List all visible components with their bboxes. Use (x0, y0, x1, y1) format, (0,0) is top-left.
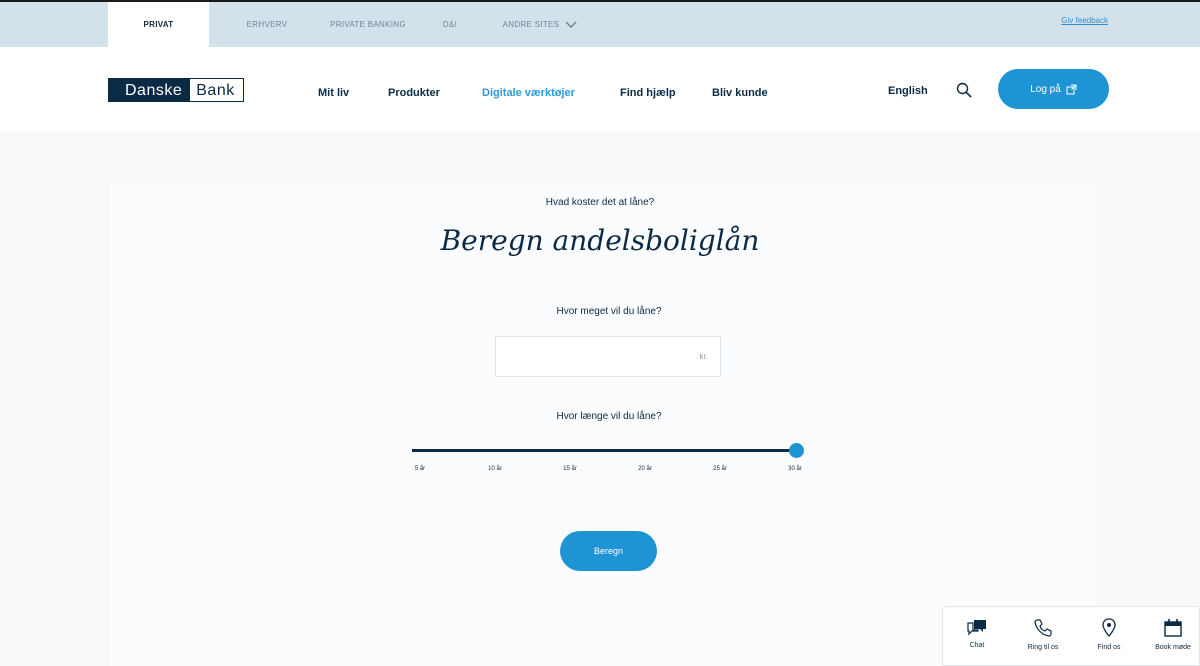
contact-panel: Chat Ring til os Find os Book møde (942, 606, 1200, 666)
logo-left-text: Danske (109, 79, 191, 101)
slider-tick-label: 20 år (638, 466, 652, 472)
tab-andre-sites[interactable]: ANDRE SITES (490, 2, 590, 47)
calendar-icon (1164, 619, 1182, 637)
phone-icon (1034, 619, 1052, 637)
search-icon[interactable] (955, 81, 973, 99)
nav-produkter[interactable]: Produkter (388, 87, 440, 99)
login-button-label: Log på (1030, 83, 1061, 95)
nav-digitale-vaerktoejer[interactable]: Digitale værktøjer (482, 87, 575, 99)
currency-unit: kr. (699, 352, 708, 361)
nav-mit-liv[interactable]: Mit liv (318, 87, 349, 99)
login-button[interactable]: Log på (998, 69, 1109, 109)
slider-thumb[interactable] (789, 443, 804, 458)
tab-d-and-i[interactable]: D&I (435, 2, 465, 47)
slider-tick-label: 25 år (713, 466, 727, 472)
slider-fill (412, 449, 797, 452)
nav-find-hjaelp[interactable]: Find hjælp (620, 87, 676, 99)
calculator-subtitle: Hvad koster det at låne? (545, 197, 655, 208)
feedback-link[interactable]: Giv feedback (1061, 16, 1108, 25)
slider-tick-label: 30 år (788, 466, 802, 472)
loan-term-slider[interactable] (412, 443, 804, 458)
contact-phone-label: Ring til os (1027, 644, 1059, 651)
page-title: Beregn andelsboliglån (440, 224, 760, 257)
logo-right-text: Bank (190, 79, 243, 101)
external-login-icon (1066, 84, 1077, 94)
contact-find-us-label: Find os (1097, 644, 1121, 651)
contact-book-meeting[interactable]: Book møde (1143, 607, 1200, 666)
location-pin-icon (1102, 618, 1116, 637)
calculate-button[interactable]: Beregn (560, 531, 657, 571)
slider-tick-label: 10 år (488, 466, 502, 472)
nav-bliv-kunde[interactable]: Bliv kunde (712, 87, 768, 99)
term-question-label: Hvor længe vil du låne? (556, 411, 662, 422)
contact-chat[interactable]: Chat (947, 607, 1007, 666)
chat-icon (967, 620, 986, 636)
contact-phone[interactable]: Ring til os (1013, 607, 1073, 666)
loan-amount-field[interactable]: kr. (495, 336, 721, 377)
tab-erhverv[interactable]: ERHVERV (232, 2, 302, 47)
tab-andre-sites-label: ANDRE SITES (502, 20, 560, 29)
slider-tick-label: 5 år (414, 466, 426, 472)
chevron-down-icon (565, 21, 577, 28)
tab-privat[interactable]: PRIVAT (108, 2, 209, 47)
slider-tick-label: 15 år (563, 466, 577, 472)
danske-bank-logo[interactable]: Danske Bank (108, 78, 244, 102)
contact-find-us[interactable]: Find os (1079, 607, 1139, 666)
utility-bar: PRIVAT ERHVERV PRIVATE BANKING D&I ANDRE… (0, 0, 1200, 47)
contact-chat-label: Chat (969, 642, 985, 649)
contact-book-meeting-label: Book møde (1155, 644, 1191, 651)
main-header: Danske Bank Mit liv Produkter Digitale v… (0, 47, 1200, 132)
loan-amount-input[interactable] (496, 337, 686, 376)
tab-private-banking[interactable]: PRIVATE BANKING (318, 2, 418, 47)
language-switch[interactable]: English (888, 85, 928, 97)
amount-question-label: Hvor meget vil du låne? (556, 306, 662, 317)
